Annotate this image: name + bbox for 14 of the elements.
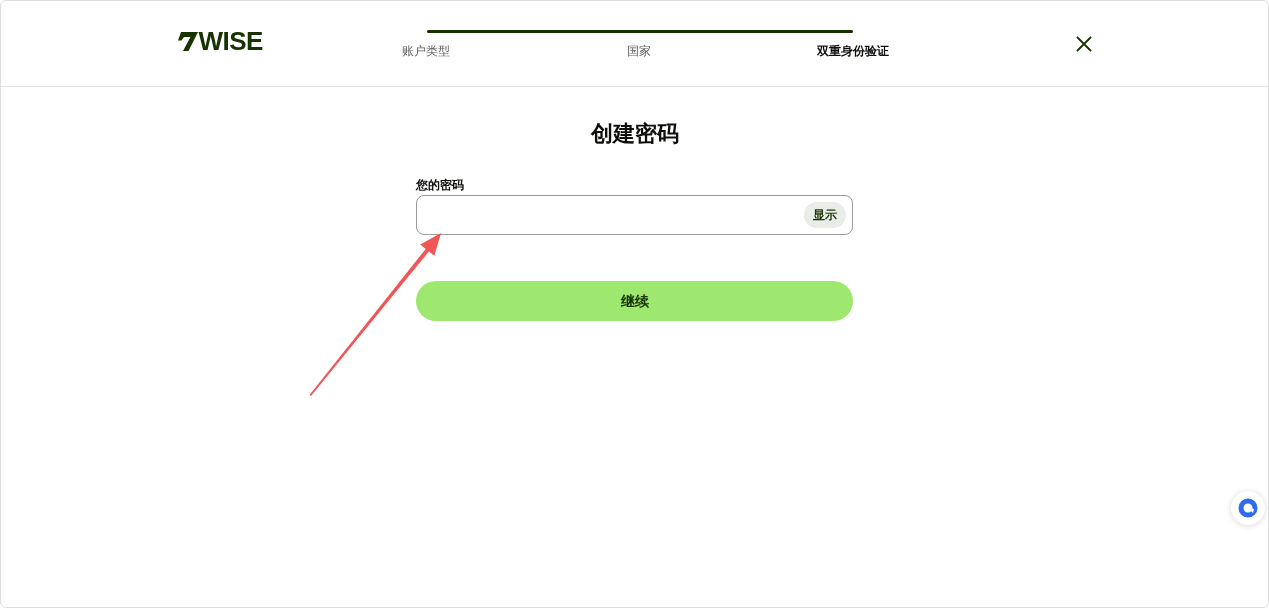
chat-icon <box>1238 498 1258 518</box>
step-label: 国家 <box>627 43 652 59</box>
page-title: 创建密码 <box>590 121 679 147</box>
step-label: 账户类型 <box>402 43 451 59</box>
logo-wordmark: WISE <box>198 28 263 54</box>
close-icon <box>1075 36 1092 52</box>
continue-button[interactable]: 继续 <box>416 281 853 321</box>
logo-icon <box>177 31 198 51</box>
step-label: 双重身份验证 <box>816 43 889 59</box>
chat-button[interactable] <box>1231 491 1265 525</box>
field-label: 您的密码 <box>416 177 464 193</box>
password-field[interactable]: 显示 <box>416 195 853 235</box>
show-password-button[interactable]: 显示 <box>804 202 846 228</box>
close-button[interactable] <box>1074 35 1093 53</box>
